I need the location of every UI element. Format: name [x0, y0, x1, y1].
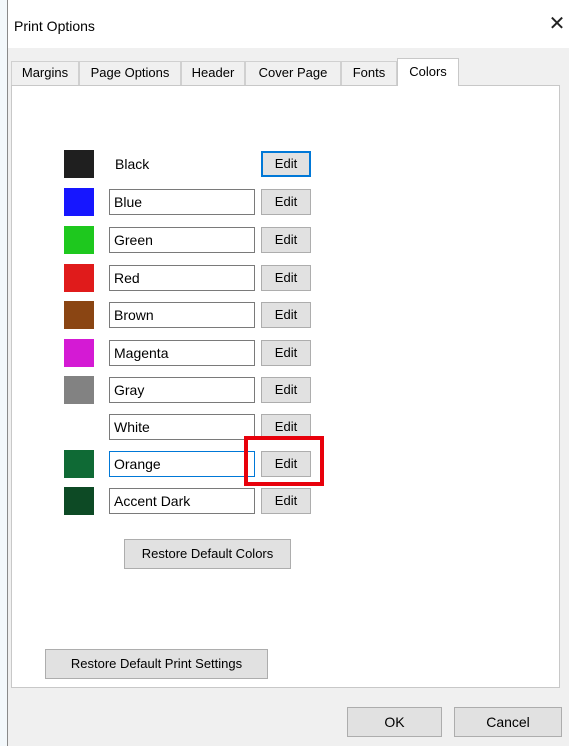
color-swatch-accent-dark	[64, 487, 94, 515]
restore-default-print-settings-button[interactable]: Restore Default Print Settings	[45, 649, 268, 679]
ok-button[interactable]: OK	[347, 707, 442, 737]
edit-button-gray[interactable]: Edit	[261, 377, 311, 403]
window-title: Print Options	[14, 18, 95, 34]
color-name-brown[interactable]: Brown	[109, 302, 255, 328]
color-name-red[interactable]: Red	[109, 265, 255, 291]
edit-button-brown[interactable]: Edit	[261, 302, 311, 328]
color-name-green[interactable]: Green	[109, 227, 255, 253]
edit-button-red[interactable]: Edit	[261, 265, 311, 291]
color-swatch-brown	[64, 301, 94, 329]
color-swatch-white	[64, 413, 94, 441]
color-swatch-red	[64, 264, 94, 292]
color-name-white[interactable]: White	[109, 414, 255, 440]
color-swatch-green	[64, 226, 94, 254]
tab-margins[interactable]: Margins	[11, 61, 79, 85]
edit-button-magenta[interactable]: Edit	[261, 340, 311, 366]
color-name-black: Black	[109, 151, 255, 177]
color-swatch-black	[64, 150, 94, 178]
edit-button-accent-dark[interactable]: Edit	[261, 488, 311, 514]
edit-button-white[interactable]: Edit	[261, 414, 311, 440]
color-name-orange[interactable]: Orange	[109, 451, 255, 477]
tab-cover-page[interactable]: Cover Page	[245, 61, 341, 85]
restore-default-colors-button[interactable]: Restore Default Colors	[124, 539, 291, 569]
color-name-blue[interactable]: Blue	[109, 189, 255, 215]
close-icon[interactable]: ✕	[545, 12, 569, 36]
color-swatch-gray	[64, 376, 94, 404]
edit-button-orange[interactable]: Edit	[261, 451, 311, 477]
tab-fonts[interactable]: Fonts	[341, 61, 397, 85]
tab-header[interactable]: Header	[181, 61, 245, 85]
color-swatch-blue	[64, 188, 94, 216]
cancel-button[interactable]: Cancel	[454, 707, 562, 737]
color-swatch-orange	[64, 450, 94, 478]
tab-strip: Margins Page Options Header Cover Page F…	[8, 58, 569, 86]
color-name-gray[interactable]: Gray	[109, 377, 255, 403]
title-bar: Print Options ✕	[8, 0, 569, 48]
color-name-accent-dark[interactable]: Accent Dark	[109, 488, 255, 514]
edit-button-black[interactable]: Edit	[261, 151, 311, 177]
print-options-dialog: Print Options ✕ Margins Page Options Hea…	[7, 0, 569, 746]
color-name-magenta[interactable]: Magenta	[109, 340, 255, 366]
edit-button-blue[interactable]: Edit	[261, 189, 311, 215]
color-swatch-magenta	[64, 339, 94, 367]
tab-page-options[interactable]: Page Options	[79, 61, 181, 85]
tab-colors[interactable]: Colors	[397, 58, 459, 86]
colors-panel: Black Edit Blue Edit Green Edit Red Edit…	[11, 85, 560, 688]
edit-button-green[interactable]: Edit	[261, 227, 311, 253]
